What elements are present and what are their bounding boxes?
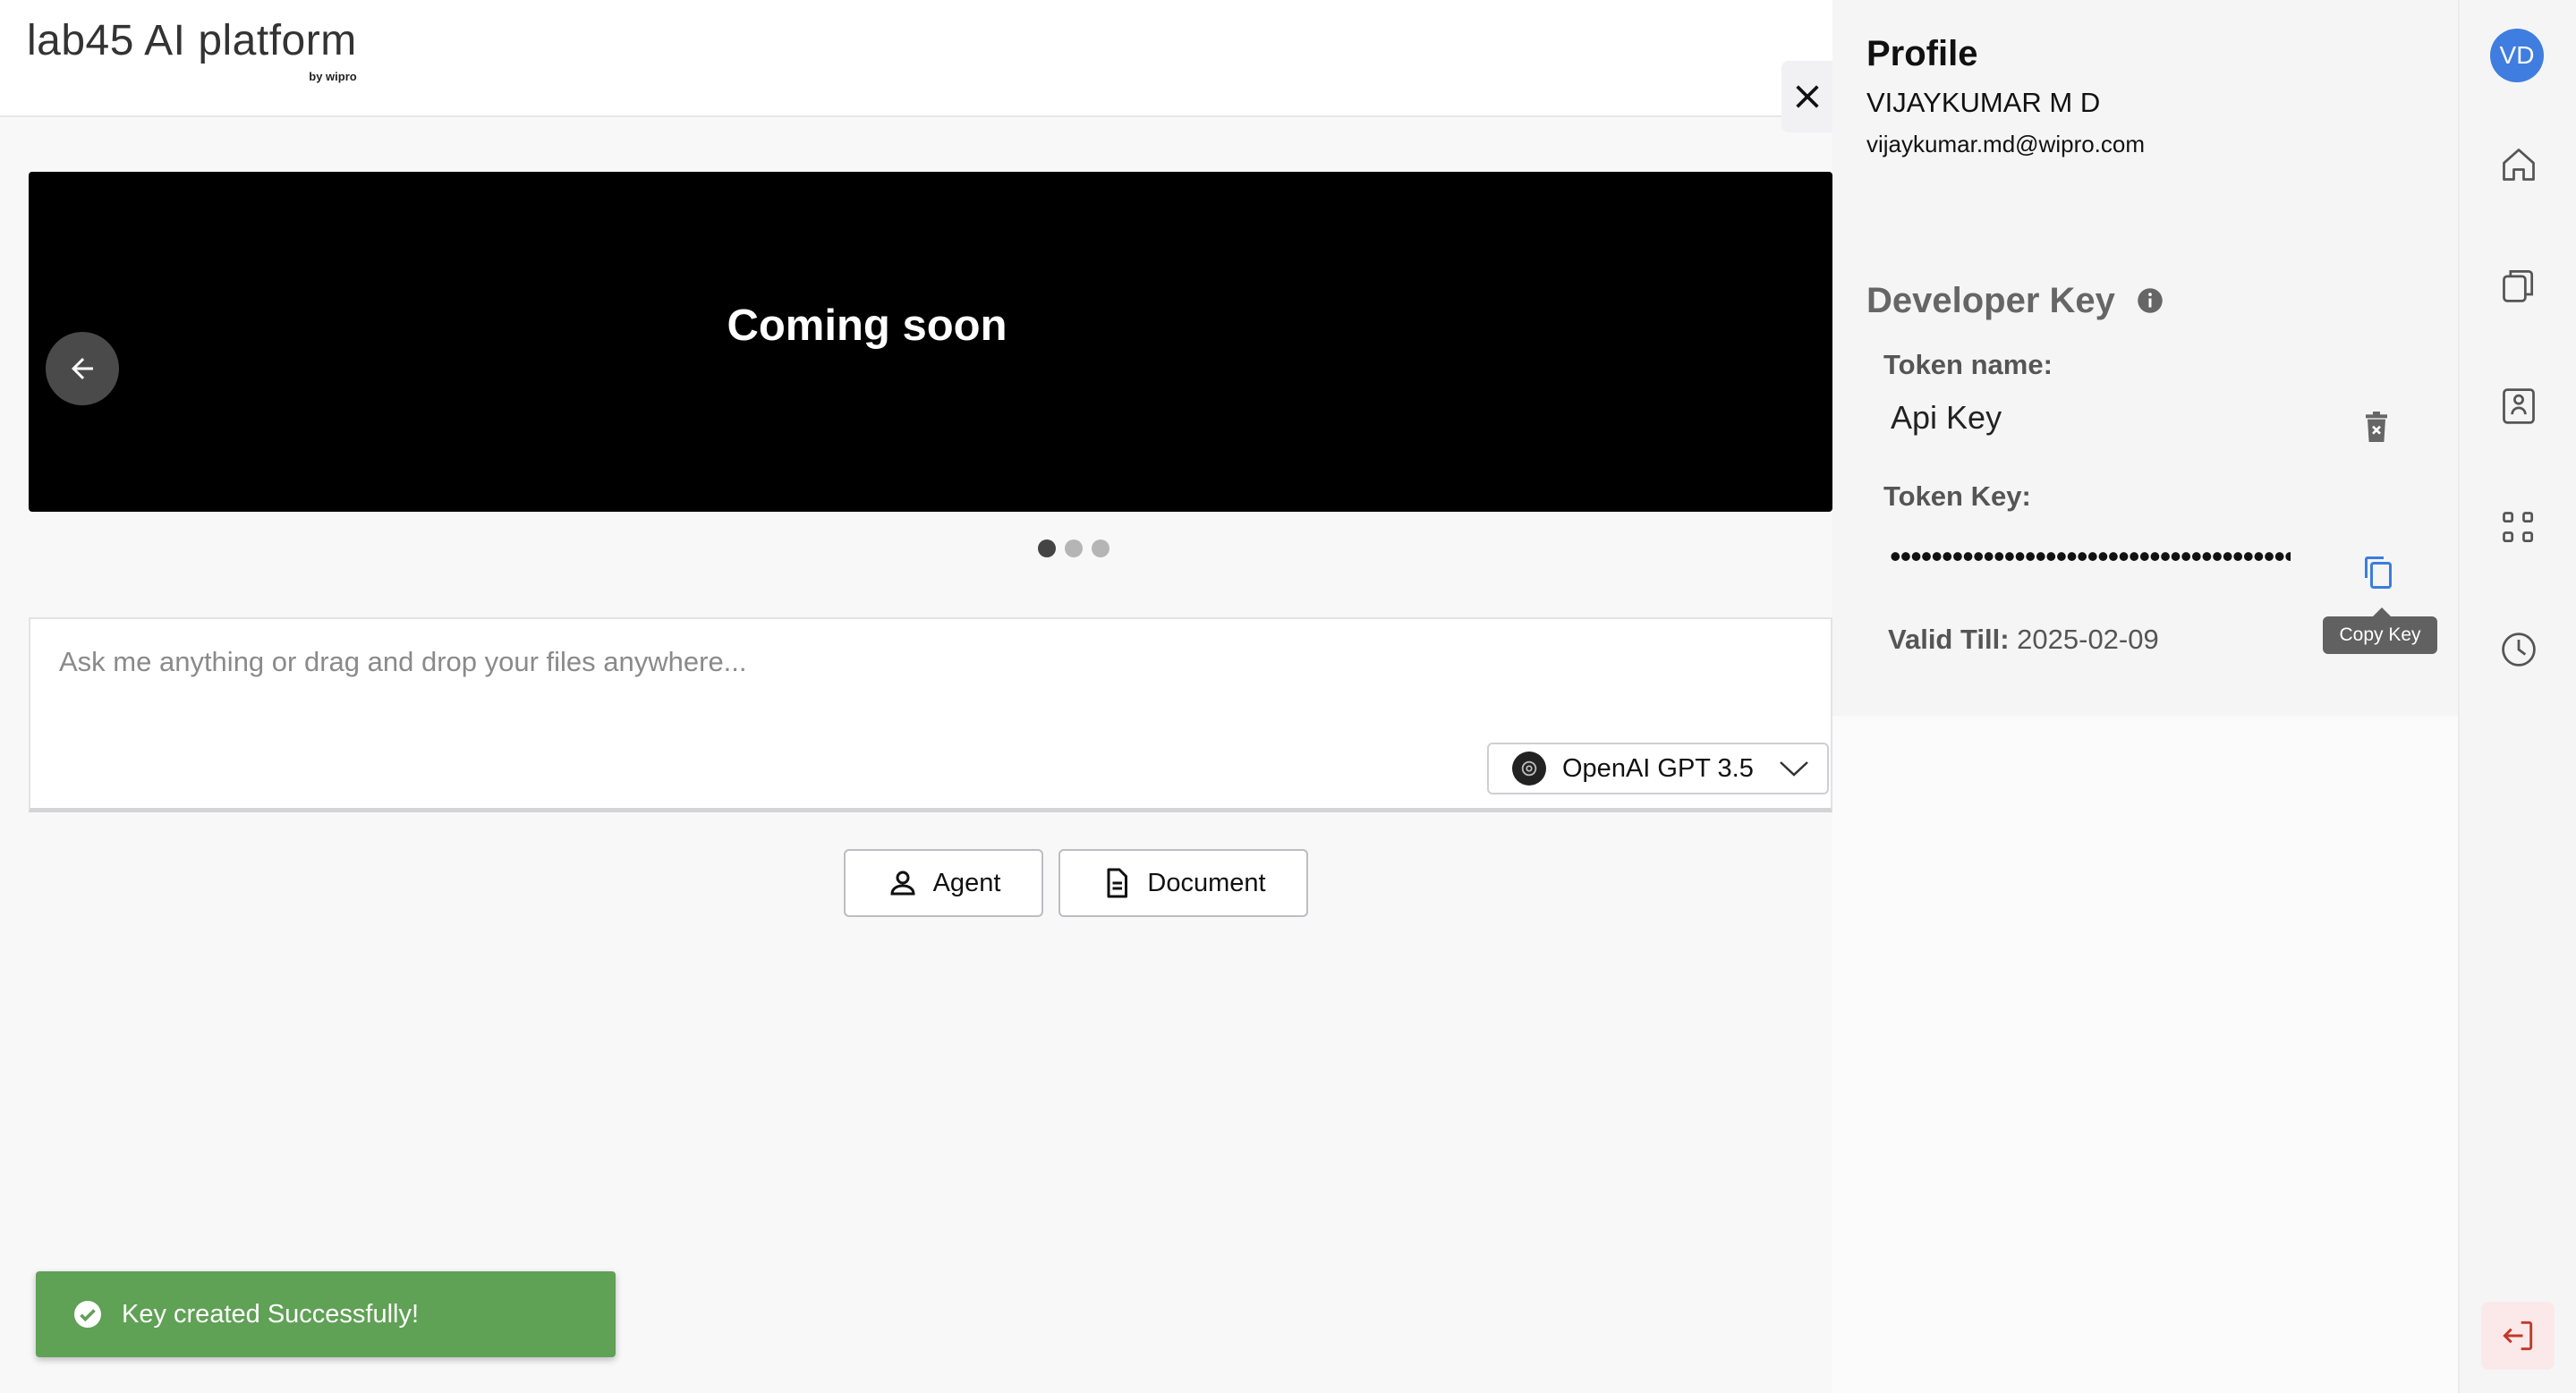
profile-name: VIJAYKUMAR M D [1866, 87, 2101, 118]
badge-icon[interactable] [2499, 386, 2538, 426]
model-select-label: OpenAI GPT 3.5 [1562, 753, 1754, 783]
document-button[interactable]: Document [1058, 849, 1308, 917]
top-bar: lab45 AI platform by wipro [0, 0, 1832, 117]
clock-icon[interactable] [2499, 630, 2538, 669]
logo[interactable]: lab45 AI platform by wipro [27, 16, 357, 83]
banner-title: Coming soon [727, 302, 1007, 350]
developer-key-title: Developer Key [1866, 281, 2115, 320]
trash-icon[interactable] [2362, 411, 2391, 445]
openai-icon [1512, 752, 1546, 786]
files-icon[interactable] [2499, 265, 2538, 304]
token-key-value: ••••••••••••••••••••••••••••••••••••••••… [1890, 548, 2291, 574]
valid-till: Valid Till: 2025-02-09 [1888, 624, 2159, 656]
copy-icon[interactable] [2362, 555, 2394, 590]
document-button-label: Document [1147, 868, 1266, 897]
logo-subtext: by wipro [309, 70, 357, 83]
valid-till-value: 2025-02-09 [2017, 624, 2159, 655]
carousel-prev-button[interactable] [46, 332, 119, 405]
token-name-value: Api Key [1891, 399, 2002, 436]
document-icon [1107, 868, 1128, 898]
copy-key-tooltip: Copy Key [2323, 616, 2437, 654]
carousel-dot-1[interactable] [1038, 539, 1056, 557]
prompt-input[interactable] [57, 644, 1757, 680]
profile-title: Profile [1866, 34, 1978, 73]
logout-button[interactable] [2481, 1302, 2555, 1370]
avatar[interactable]: VD [2490, 29, 2544, 82]
profile-panel: Profile VIJAYKUMAR M D vijaykumar.md@wip… [1832, 0, 2458, 1393]
agent-button-label: Agent [932, 868, 1001, 897]
model-select[interactable]: OpenAI GPT 3.5 [1487, 743, 1829, 794]
arrow-left-icon [72, 358, 93, 379]
side-rail: VD [2458, 0, 2576, 1393]
info-icon[interactable] [2137, 287, 2164, 314]
close-icon [1796, 85, 1819, 108]
chevron-down-icon [1780, 761, 1808, 777]
tooltip-arrow [2373, 607, 2391, 616]
carousel-dot-3[interactable] [1092, 539, 1109, 557]
success-toast: Key created Successfully! [36, 1271, 616, 1357]
token-key-label: Token Key: [1883, 480, 2031, 512]
person-icon [890, 871, 915, 896]
logout-icon [2503, 1321, 2533, 1351]
prompt-box: OpenAI GPT 3.5 [29, 617, 1832, 812]
apps-icon[interactable] [2499, 508, 2538, 548]
token-name-label: Token name: [1883, 349, 2053, 380]
agent-button[interactable]: Agent [844, 849, 1043, 917]
carousel-dots [1038, 539, 1109, 557]
check-circle-icon [74, 1301, 101, 1328]
profile-email: vijaykumar.md@wipro.com [1866, 131, 2146, 157]
valid-till-label: Valid Till: [1888, 624, 2010, 655]
close-profile-button[interactable] [1781, 61, 1833, 132]
carousel-dot-2[interactable] [1065, 539, 1083, 557]
home-icon[interactable] [2499, 145, 2538, 184]
toast-message: Key created Successfully! [122, 1299, 420, 1329]
logo-text: lab45 AI platform [27, 17, 357, 64]
